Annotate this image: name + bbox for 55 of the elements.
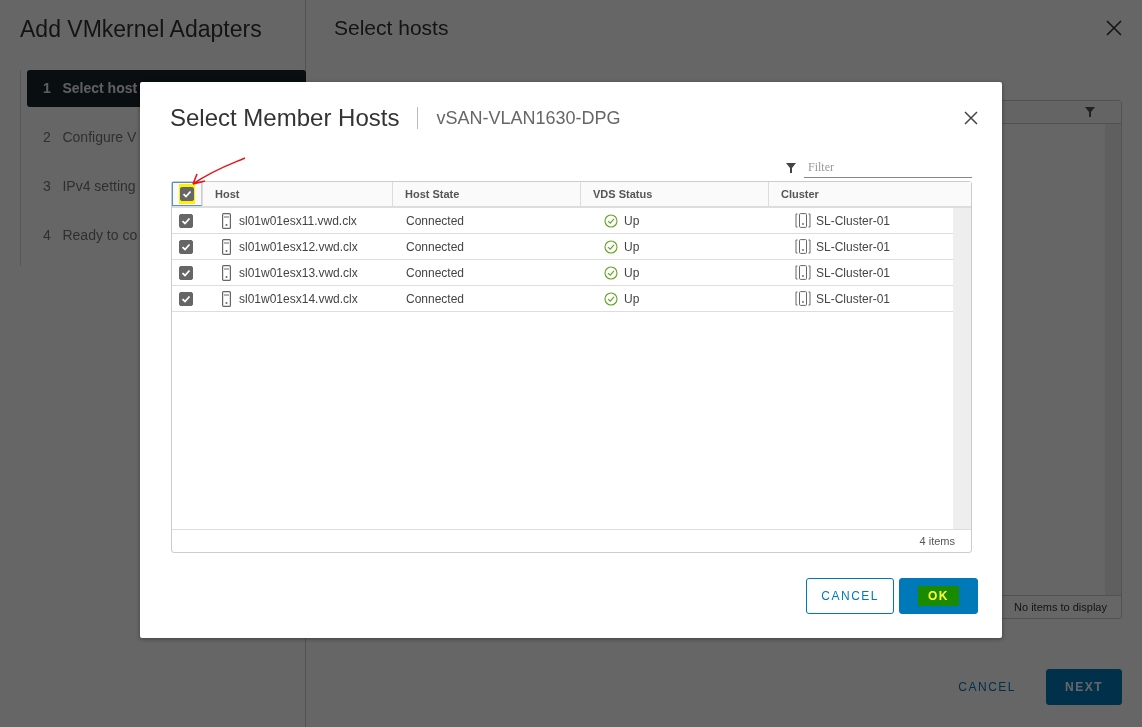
- cluster-name: SL-Cluster-01: [816, 265, 891, 280]
- checkmark-icon: [182, 189, 192, 199]
- select-all-checkbox[interactable]: [180, 187, 194, 201]
- cluster-name: SL-Cluster-01: [816, 291, 891, 306]
- host-name: sl01w01esx11.vwd.clx: [239, 213, 357, 228]
- cluster-icon: [795, 265, 811, 280]
- check-circle-icon: [604, 213, 618, 228]
- checkmark-icon: [181, 293, 191, 304]
- server-icon: [222, 238, 231, 255]
- vds-status: Up: [624, 291, 640, 306]
- checkmark-icon: [181, 215, 191, 226]
- column-header[interactable]: Host: [202, 182, 392, 206]
- column-header[interactable]: Host State: [392, 182, 580, 206]
- row-checkbox[interactable]: [179, 265, 193, 280]
- row-checkbox[interactable]: [179, 291, 193, 306]
- host-name: sl01w01esx14.vwd.clx: [239, 291, 358, 306]
- row-checkbox[interactable]: [179, 213, 193, 228]
- checkmark-icon: [181, 267, 191, 278]
- host-name: sl01w01esx12.vwd.clx: [239, 239, 358, 254]
- column-header[interactable]: VDS Status: [580, 182, 768, 206]
- item-count: 4 items: [919, 535, 955, 547]
- check-circle-icon: [604, 265, 618, 280]
- next-button[interactable]: NEXT: [1046, 669, 1122, 705]
- checkmark-icon: [181, 241, 191, 252]
- vds-status: Up: [624, 239, 640, 254]
- host-state: Connected: [406, 239, 465, 254]
- row-checkbox[interactable]: [179, 239, 193, 254]
- scrollbar[interactable]: [953, 208, 971, 529]
- server-icon: [222, 290, 231, 307]
- cluster-name: SL-Cluster-01: [816, 213, 891, 228]
- vds-status: Up: [624, 213, 640, 228]
- column-header[interactable]: Cluster: [768, 182, 971, 206]
- cluster-icon: [795, 213, 811, 228]
- ok-button[interactable]: OK: [899, 578, 978, 614]
- grid-footer: No items to display: [1014, 601, 1107, 613]
- cluster-name: SL-Cluster-01: [816, 239, 891, 254]
- filter-icon: [786, 163, 796, 173]
- host-name: sl01w01esx13.vwd.clx: [239, 265, 358, 280]
- wizard-title: Add VMkernel Adapters: [19, 15, 263, 44]
- host-state: Connected: [406, 213, 465, 228]
- check-circle-icon: [604, 291, 618, 306]
- dialog-title: Select Member Hosts: [170, 104, 400, 132]
- vds-status: Up: [624, 265, 640, 280]
- cancel-button[interactable]: CANCEL: [806, 578, 894, 614]
- server-icon: [222, 212, 231, 229]
- server-icon: [222, 264, 231, 281]
- check-circle-icon: [604, 239, 618, 254]
- cluster-icon: [795, 291, 811, 306]
- filter-icon[interactable]: [1085, 107, 1095, 117]
- close-icon[interactable]: [964, 111, 978, 125]
- host-state: Connected: [406, 291, 465, 306]
- dialog-subtitle: vSAN-VLAN1630-DPG: [436, 107, 621, 129]
- cluster-icon: [795, 239, 811, 254]
- host-state: Connected: [406, 265, 465, 280]
- page-title: Select hosts: [334, 16, 449, 40]
